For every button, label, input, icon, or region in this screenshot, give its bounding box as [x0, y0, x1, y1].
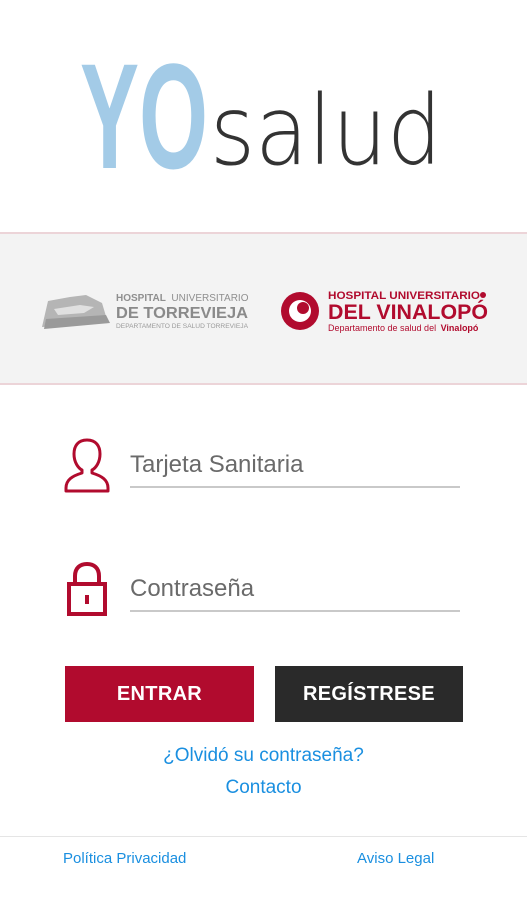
- password-field: [62, 560, 462, 620]
- torrevieja-line1b: UNIVERSITARIO: [171, 293, 248, 304]
- contact-link[interactable]: Contacto: [0, 777, 527, 799]
- legal-notice-link[interactable]: Aviso Legal: [357, 850, 434, 867]
- hospital-vinalopo-logo: HOSPITAL UNIVERSITARIO DEL VINALOPÓ Depa…: [281, 290, 488, 333]
- lock-icon: [67, 561, 107, 616]
- torrevieja-line1a: HOSPITAL: [116, 293, 166, 304]
- password-input[interactable]: [130, 572, 460, 612]
- logo-yo: YO: [80, 52, 208, 172]
- footer-divider: [0, 836, 527, 837]
- hospital-logos-band: HOSPITAL UNIVERSITARIO DE TORREVIEJA DEP…: [0, 232, 527, 385]
- health-card-input[interactable]: [130, 448, 460, 488]
- svg-text:HOSPITAL UNIVERSITARIO: HOSPITAL UNIVERSITARIO: [116, 293, 249, 304]
- forgot-password-link[interactable]: ¿Olvidó su contraseña?: [0, 745, 527, 767]
- health-card-field: [62, 436, 462, 496]
- vinalopo-line3b: Vinalopó: [441, 323, 479, 333]
- vinalopo-line2: DEL VINALOPÓ: [328, 300, 488, 324]
- logo-salud: salud: [210, 75, 442, 172]
- torrevieja-line2: DE TORREVIEJA: [116, 305, 248, 322]
- user-icon: [64, 438, 110, 493]
- hospital-torrevieja-logo: HOSPITAL UNIVERSITARIO DE TORREVIEJA DEP…: [42, 293, 249, 330]
- register-button[interactable]: REGÍSTRESE: [275, 666, 463, 722]
- yosalud-logo: YO salud: [80, 52, 442, 172]
- vinalopo-line3a: Departamento de salud del: [328, 323, 436, 333]
- enter-button[interactable]: ENTRAR: [65, 666, 254, 722]
- privacy-policy-link[interactable]: Política Privacidad: [63, 850, 186, 867]
- svg-text:Departamento de salud del: Departamento de salud del Vinalopó: [328, 323, 479, 333]
- torrevieja-emblem-icon: [42, 295, 110, 329]
- torrevieja-line3: DEPARTAMENTO DE SALUD TORREVIEJA: [116, 324, 248, 330]
